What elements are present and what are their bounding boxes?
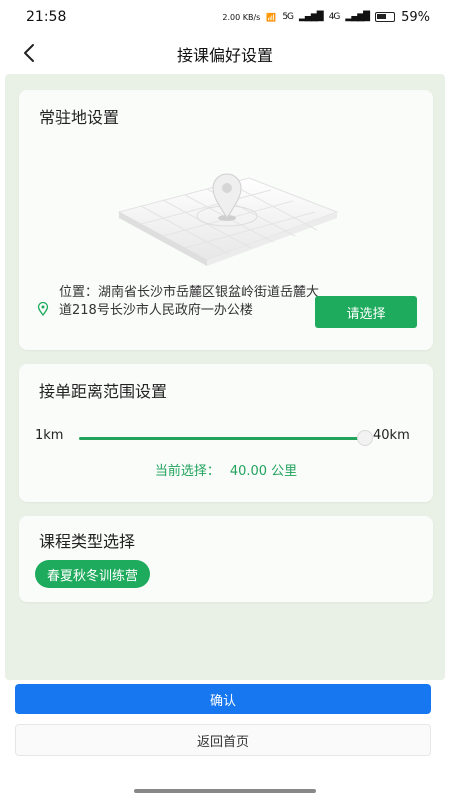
battery-level: 59%: [401, 9, 430, 25]
status-time: 21:58: [26, 9, 67, 25]
confirm-button[interactable]: 确认: [15, 684, 431, 714]
back-button[interactable]: [14, 38, 44, 68]
main-content: 常驻地设置 位置：湖南省长沙市岳麓区银盆岭街道岳麓大道218号长沙市人民政府一办…: [5, 74, 445, 680]
range-max-label: 40km: [373, 428, 410, 443]
range-min-label: 1km: [35, 428, 64, 443]
signal-bars-icon: ▂▄▆█: [299, 12, 324, 22]
course-tag-chip[interactable]: 春夏秋冬训练营: [35, 560, 151, 588]
net-speed: 2.00 KB/s: [222, 12, 261, 22]
home-indicator[interactable]: [134, 789, 316, 793]
signal-5g: 5G: [282, 12, 294, 22]
course-type-card-title: 课程类型选择: [39, 532, 136, 551]
distance-card: 接单距离范围设置 1km 40km 当前选择： 40.00 公里: [19, 364, 433, 502]
status-bar: 21:58 2.00 KB/s 📶 5G ▂▄▆█ 4G ▂▄▆█ 59%: [0, 0, 450, 34]
status-indicators: 2.00 KB/s 📶 5G ▂▄▆█ 4G ▂▄▆█ 59%: [222, 10, 430, 25]
page-title: 接课偏好设置: [176, 46, 273, 65]
current-distance: 当前选择： 40.00 公里: [19, 460, 433, 479]
map-illustration: [117, 173, 339, 266]
current-distance-value: 40.00 公里: [229, 464, 298, 479]
distance-slider-track[interactable]: [79, 437, 365, 440]
back-to-home-button[interactable]: 返回首页: [15, 724, 431, 756]
signal-4g: 4G: [328, 12, 341, 22]
select-location-button[interactable]: 请选择: [315, 296, 417, 328]
wifi-calling-icon: 📶: [266, 12, 277, 22]
distance-card-title: 接单距离范围设置: [39, 382, 168, 401]
header: 接课偏好设置: [0, 34, 450, 74]
location-pin-icon: [37, 302, 49, 316]
signal-bars-icon-2: ▂▄▆█: [345, 12, 370, 22]
distance-slider-thumb[interactable]: [357, 430, 373, 446]
battery-icon: [375, 12, 396, 22]
location-card-title: 常驻地设置: [39, 108, 120, 127]
course-type-card: 课程类型选择 春夏秋冬训练营: [19, 516, 433, 602]
location-card: 常驻地设置 位置：湖南省长沙市岳麓区银盆岭街道岳麓大道218号长沙市人民政府一办…: [19, 90, 433, 350]
chevron-left-icon: [24, 44, 34, 62]
current-distance-prefix: 当前选择：: [154, 464, 220, 479]
location-address: 位置：湖南省长沙市岳麓区银盆岭街道岳麓大道218号长沙市人民政府一办公楼: [59, 285, 320, 318]
